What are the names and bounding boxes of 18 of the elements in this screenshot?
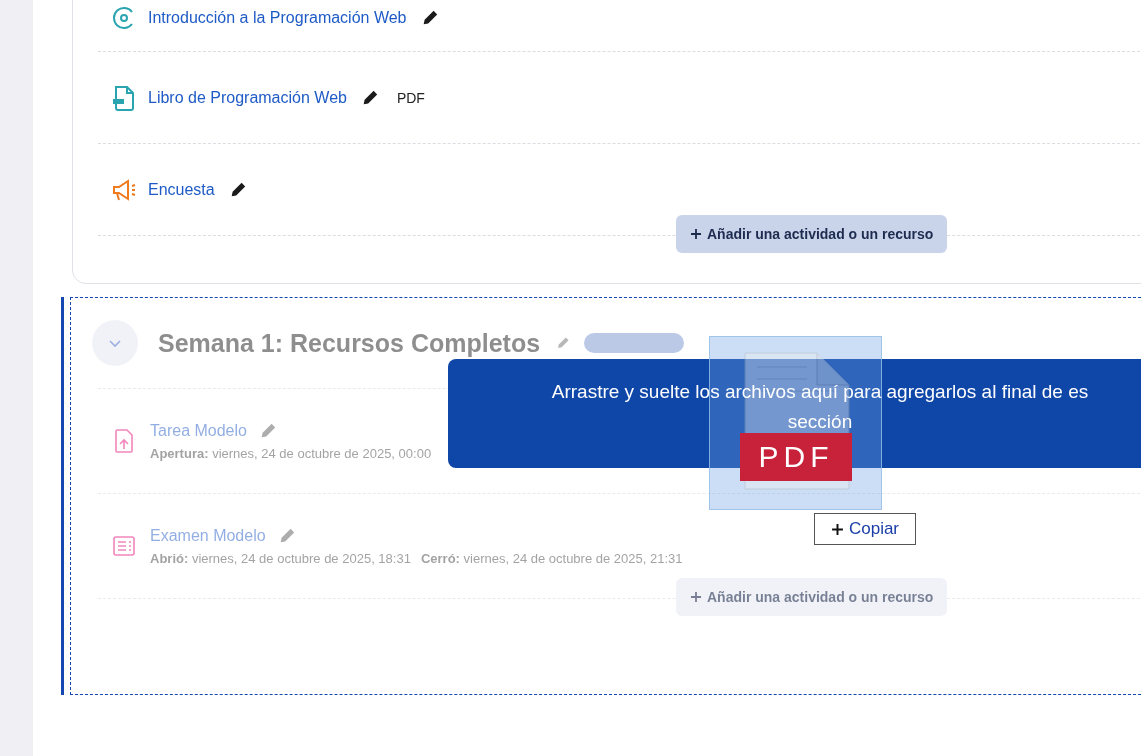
date-text: Apertura: viernes, 24 de octubre de 2025, 00:00 [150, 445, 432, 461]
date-text: Cerró: viernes, 24 de octubre de 2025, 21:31 [420, 550, 683, 566]
activity-link[interactable]: Libro de Programación Web [148, 88, 347, 107]
plus-icon [690, 591, 702, 603]
plus-icon [830, 522, 844, 536]
date-text: Abrió: viernes, 24 de octubre de 2025, 18:31 [150, 550, 411, 566]
copy-tooltip: Copiar [814, 513, 916, 545]
section-title: Semana 1: Recursos Completos [158, 328, 541, 358]
activity-link[interactable]: Introducción a la Programación Web [148, 9, 407, 27]
plus-icon [690, 228, 702, 240]
add-activity-button[interactable]: Añadir una actividad o un recurso [676, 578, 948, 616]
file-type-label: PDF [396, 89, 425, 106]
activity-link[interactable]: Encuesta [148, 180, 215, 199]
pdf-label: PDF [740, 433, 852, 481]
drop-message-text: sección [787, 409, 853, 434]
drop-message-text: Arrastre y suelte los archivos aquí para agregarlos al final de es [551, 379, 1089, 404]
add-activity-button[interactable]: Añadir una actividad o un recurso [676, 215, 948, 253]
collapse-button[interactable] [92, 320, 138, 366]
